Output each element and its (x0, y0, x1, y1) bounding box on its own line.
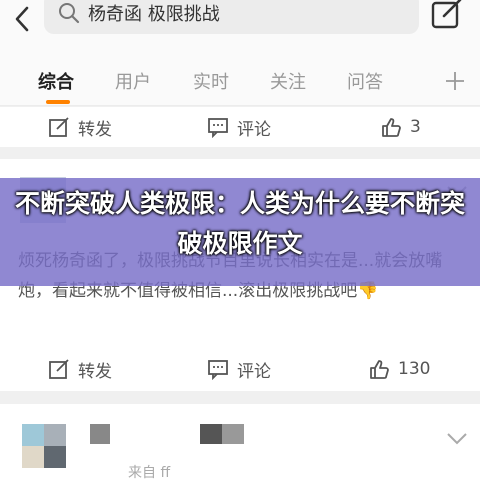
repost-label: 转发 (78, 361, 112, 382)
repost-button[interactable]: 转发 (48, 349, 112, 389)
avatar[interactable] (22, 424, 44, 446)
like-button[interactable]: 3 (380, 107, 421, 147)
repost-icon (49, 359, 69, 379)
banner-title: 不断突破人类极限：人类为什么要不断突破极限作文 (14, 189, 465, 258)
overlay-banner: 不断突破人类极限：人类为什么要不断突破极限作文 (0, 178, 480, 286)
top-bar: 杨奇函 极限挑战 (0, 0, 480, 50)
like-button[interactable]: 130 (368, 349, 430, 389)
search-tabs: 综合 用户 实时 关注 问答 (0, 50, 480, 106)
comment-label: 评论 (237, 119, 271, 140)
tab-following[interactable]: 关注 (270, 68, 306, 94)
repost-icon (49, 117, 69, 137)
thumbs-up-icon (370, 360, 389, 379)
search-input[interactable]: 杨奇函 极限挑战 (44, 0, 419, 34)
comment-label: 评论 (237, 361, 271, 382)
comment-icon (208, 118, 228, 138)
chevron-down-icon[interactable] (446, 432, 468, 446)
post-card: 来自 ff (0, 404, 480, 480)
repost-label: 转发 (78, 119, 112, 140)
tab-all[interactable]: 综合 (38, 68, 74, 94)
username-blur (90, 424, 110, 444)
comment-button[interactable]: 评论 (207, 349, 271, 389)
tab-realtime[interactable]: 实时 (193, 68, 229, 94)
active-tab-indicator (46, 100, 70, 104)
comment-icon (208, 360, 228, 380)
tab-users[interactable]: 用户 (115, 68, 151, 94)
search-icon (59, 3, 80, 24)
post-actions: 转发 评论 3 (0, 107, 480, 147)
username-blur (222, 424, 244, 444)
comment-button[interactable]: 评论 (207, 107, 271, 147)
avatar-fragment (44, 424, 66, 446)
tab-qa[interactable]: 问答 (347, 68, 383, 94)
like-count: 130 (398, 359, 431, 379)
avatar-fragment (44, 446, 66, 468)
post-source: 来自 ff (128, 465, 171, 480)
compose-icon[interactable] (430, 0, 464, 30)
like-count: 3 (410, 117, 421, 137)
search-query: 杨奇函 极限挑战 (88, 4, 220, 25)
avatar-fragment (22, 446, 44, 468)
repost-button[interactable]: 转发 (48, 107, 112, 147)
username-blur (200, 424, 222, 444)
add-tab-icon[interactable] (444, 70, 466, 92)
post-card: 转发 评论 3 (0, 107, 480, 147)
back-arrow-icon[interactable] (8, 4, 38, 34)
post-actions: 转发 评论 130 (0, 349, 480, 389)
thumbs-up-icon (382, 118, 401, 137)
